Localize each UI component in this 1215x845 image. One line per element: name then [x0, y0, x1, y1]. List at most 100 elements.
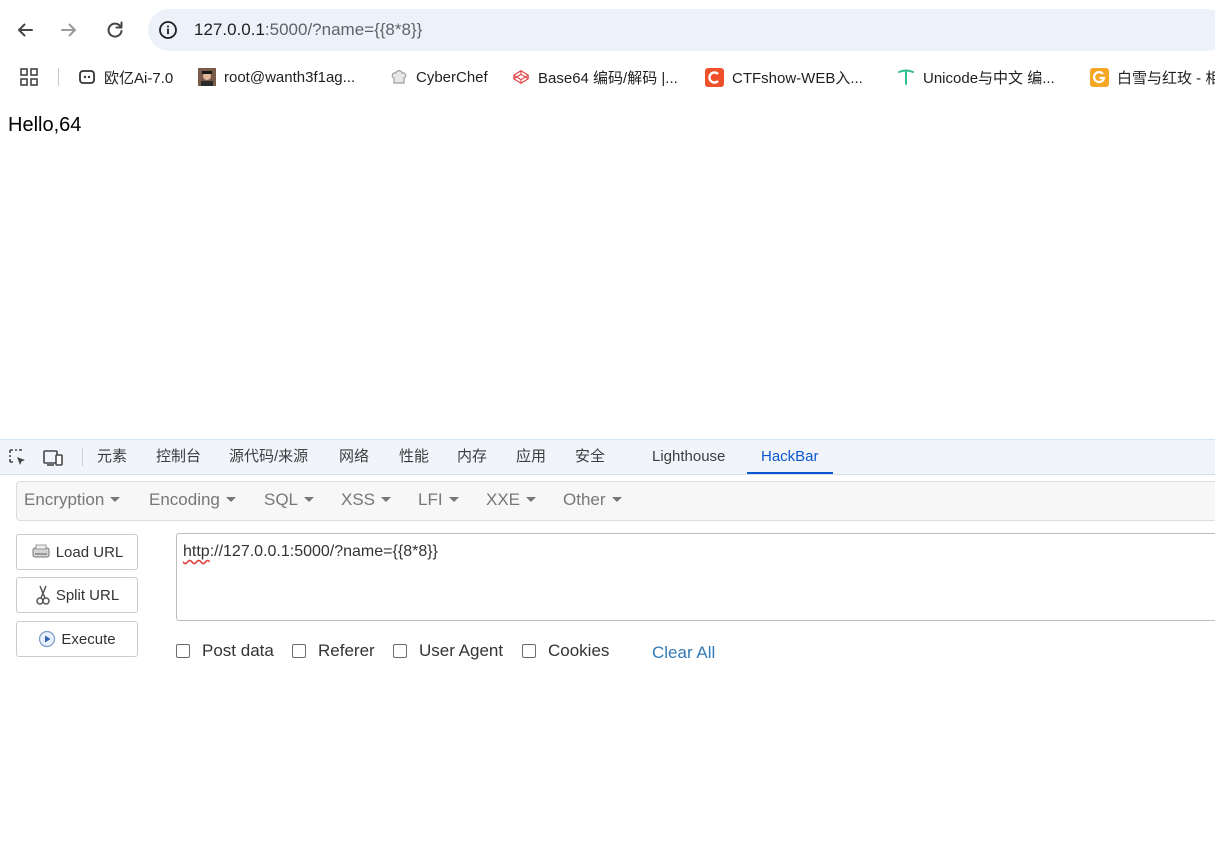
- bookmark-label: 欧亿Ai-7.0: [104, 69, 174, 87]
- bookmark-unicode[interactable]: Unicode与中文 编...: [897, 67, 1055, 87]
- checkbox-label: User Agent: [419, 641, 504, 660]
- menu-xss[interactable]: XSS: [341, 490, 392, 510]
- tab-performance[interactable]: 性能: [399, 440, 429, 474]
- tab-hackbar[interactable]: HackBar: [747, 440, 832, 474]
- menu-xxe[interactable]: XXE: [486, 490, 537, 510]
- arrow-right-icon: [61, 23, 76, 37]
- codepen-icon: [512, 68, 530, 86]
- caret-down-icon: [304, 497, 315, 502]
- split-url-button[interactable]: Split URL: [16, 577, 138, 613]
- tab-sources[interactable]: 源代码/来源: [229, 440, 308, 474]
- menu-label: Encryption: [24, 490, 105, 509]
- checkbox-box[interactable]: [176, 644, 190, 658]
- cookies-checkbox[interactable]: Cookies: [522, 641, 609, 661]
- devtools-panel: 元素 控制台 源代码/来源 网络 性能 内存 应用 安全 Lighthouse …: [0, 439, 1215, 845]
- bookmarks-separator: [58, 68, 59, 86]
- checkbox-box[interactable]: [292, 644, 306, 658]
- menu-encryption[interactable]: Encryption: [24, 490, 121, 510]
- letter-g-icon: [1090, 67, 1109, 87]
- tab-console[interactable]: 控制台: [156, 440, 201, 474]
- bookmark-ctfshow[interactable]: CTFshow-WEB入...: [705, 67, 863, 87]
- bookmark-label: CTFshow-WEB入...: [732, 69, 863, 87]
- execute-label: Execute: [61, 630, 116, 648]
- menu-encoding[interactable]: Encoding: [149, 490, 236, 510]
- split-url-label: Split URL: [55, 586, 120, 604]
- load-url-label: Load URL: [55, 543, 124, 561]
- tab-lighthouse[interactable]: Lighthouse: [652, 440, 725, 474]
- hackbar-menu-bar: Encryption Encoding SQL XSS LFI XXE Othe…: [16, 481, 1215, 521]
- address-bar-url[interactable]: 127.0.0.1:5000/?name={{8*8}}: [194, 19, 422, 41]
- caret-down-icon: [611, 497, 622, 502]
- arrow-left-icon: [18, 23, 33, 37]
- execute-button[interactable]: Execute: [16, 621, 138, 657]
- checkbox-label: Post data: [202, 641, 274, 660]
- tab-network[interactable]: 网络: [339, 440, 369, 474]
- bookmark-root[interactable]: root@wanth3f1ag...: [198, 67, 355, 87]
- address-bar[interactable]: 127.0.0.1:5000/?name={{8*8}}: [148, 9, 1215, 51]
- bookmarks-bar: 欧亿Ai-7.0 root@wanth3f1ag... CyberChef Ba…: [0, 60, 1215, 94]
- tab-memory[interactable]: 内存: [457, 440, 487, 474]
- load-url-button[interactable]: Load URL: [16, 534, 138, 570]
- devtools-tab-bar: 元素 控制台 源代码/来源 网络 性能 内存 应用 安全 Lighthouse …: [0, 440, 1215, 475]
- bookmark-base64[interactable]: Base64 编码/解码 |...: [512, 67, 678, 87]
- caret-down-icon: [110, 497, 121, 502]
- menu-sql[interactable]: SQL: [264, 490, 315, 510]
- hackbar-url-value: http://127.0.0.1:5000/?name={{8*8}}: [183, 543, 438, 561]
- forward-button[interactable]: [52, 13, 86, 47]
- back-button[interactable]: [8, 13, 42, 47]
- referer-checkbox[interactable]: Referer: [292, 641, 375, 661]
- bookmark-cyberchef[interactable]: CyberChef: [390, 67, 488, 87]
- bookmark-label: Unicode与中文 编...: [923, 69, 1055, 87]
- scissors-icon: [35, 584, 51, 606]
- url-host: 127.0.0.1: [194, 20, 265, 39]
- url-scheme: http: [183, 543, 210, 560]
- bookmark-label: Base64 编码/解码 |...: [538, 69, 678, 87]
- t-logo-icon: [897, 68, 915, 86]
- menu-label: Other: [563, 490, 606, 509]
- browser-toolbar: 127.0.0.1:5000/?name={{8*8}}: [0, 0, 1215, 60]
- checkbox-box[interactable]: [393, 644, 407, 658]
- user-agent-checkbox[interactable]: User Agent: [393, 641, 503, 661]
- checkbox-label: Referer: [318, 641, 375, 660]
- caret-down-icon: [526, 497, 537, 502]
- robot-icon: [78, 68, 96, 86]
- tab-application[interactable]: 应用: [516, 440, 546, 474]
- menu-label: SQL: [264, 490, 299, 509]
- tab-strip-edge: [0, 0, 1040, 3]
- url-path: :5000/?name={{8*8}}: [264, 20, 423, 39]
- letter-c-icon: [705, 67, 724, 87]
- menu-label: XSS: [341, 490, 376, 509]
- caret-down-icon: [381, 497, 392, 502]
- url-remainder: ://127.0.0.1:5000/?name={{8*8}}: [209, 543, 438, 560]
- bookmark-label: 白雪与红玫 - 相: [1117, 69, 1215, 87]
- page-output-text: Hello,64: [8, 114, 82, 136]
- menu-lfi[interactable]: LFI: [418, 490, 459, 510]
- post-data-checkbox[interactable]: Post data: [176, 641, 274, 661]
- inspect-element-icon[interactable]: [8, 448, 28, 468]
- checkbox-box[interactable]: [522, 644, 536, 658]
- menu-label: XXE: [486, 490, 521, 509]
- reload-icon: [107, 21, 123, 38]
- checkbox-label: Cookies: [548, 641, 610, 660]
- drive-icon: [31, 544, 51, 560]
- info-circle-icon[interactable]: [158, 20, 178, 40]
- devtools-separator: [82, 448, 83, 466]
- bookmark-baixue[interactable]: 白雪与红玫 - 相: [1090, 67, 1215, 87]
- caret-down-icon: [448, 497, 459, 502]
- apps-grid-icon[interactable]: [20, 68, 38, 86]
- chef-hat-icon: [390, 68, 408, 86]
- bookmark-ouyi[interactable]: 欧亿Ai-7.0: [78, 67, 173, 87]
- device-toggle-icon[interactable]: [42, 448, 64, 468]
- menu-label: LFI: [418, 490, 443, 509]
- clear-all-link[interactable]: Clear All: [652, 643, 715, 663]
- play-icon: [38, 630, 56, 648]
- tab-elements[interactable]: 元素: [97, 440, 127, 474]
- tab-security[interactable]: 安全: [575, 440, 605, 474]
- caret-down-icon: [225, 497, 236, 502]
- reload-button[interactable]: [98, 13, 132, 47]
- bookmark-label: CyberChef: [416, 68, 488, 86]
- menu-other[interactable]: Other: [563, 490, 622, 510]
- avatar-photo-icon: [198, 68, 216, 86]
- hackbar-url-textarea[interactable]: http://127.0.0.1:5000/?name={{8*8}}: [176, 533, 1215, 621]
- menu-label: Encoding: [149, 490, 220, 509]
